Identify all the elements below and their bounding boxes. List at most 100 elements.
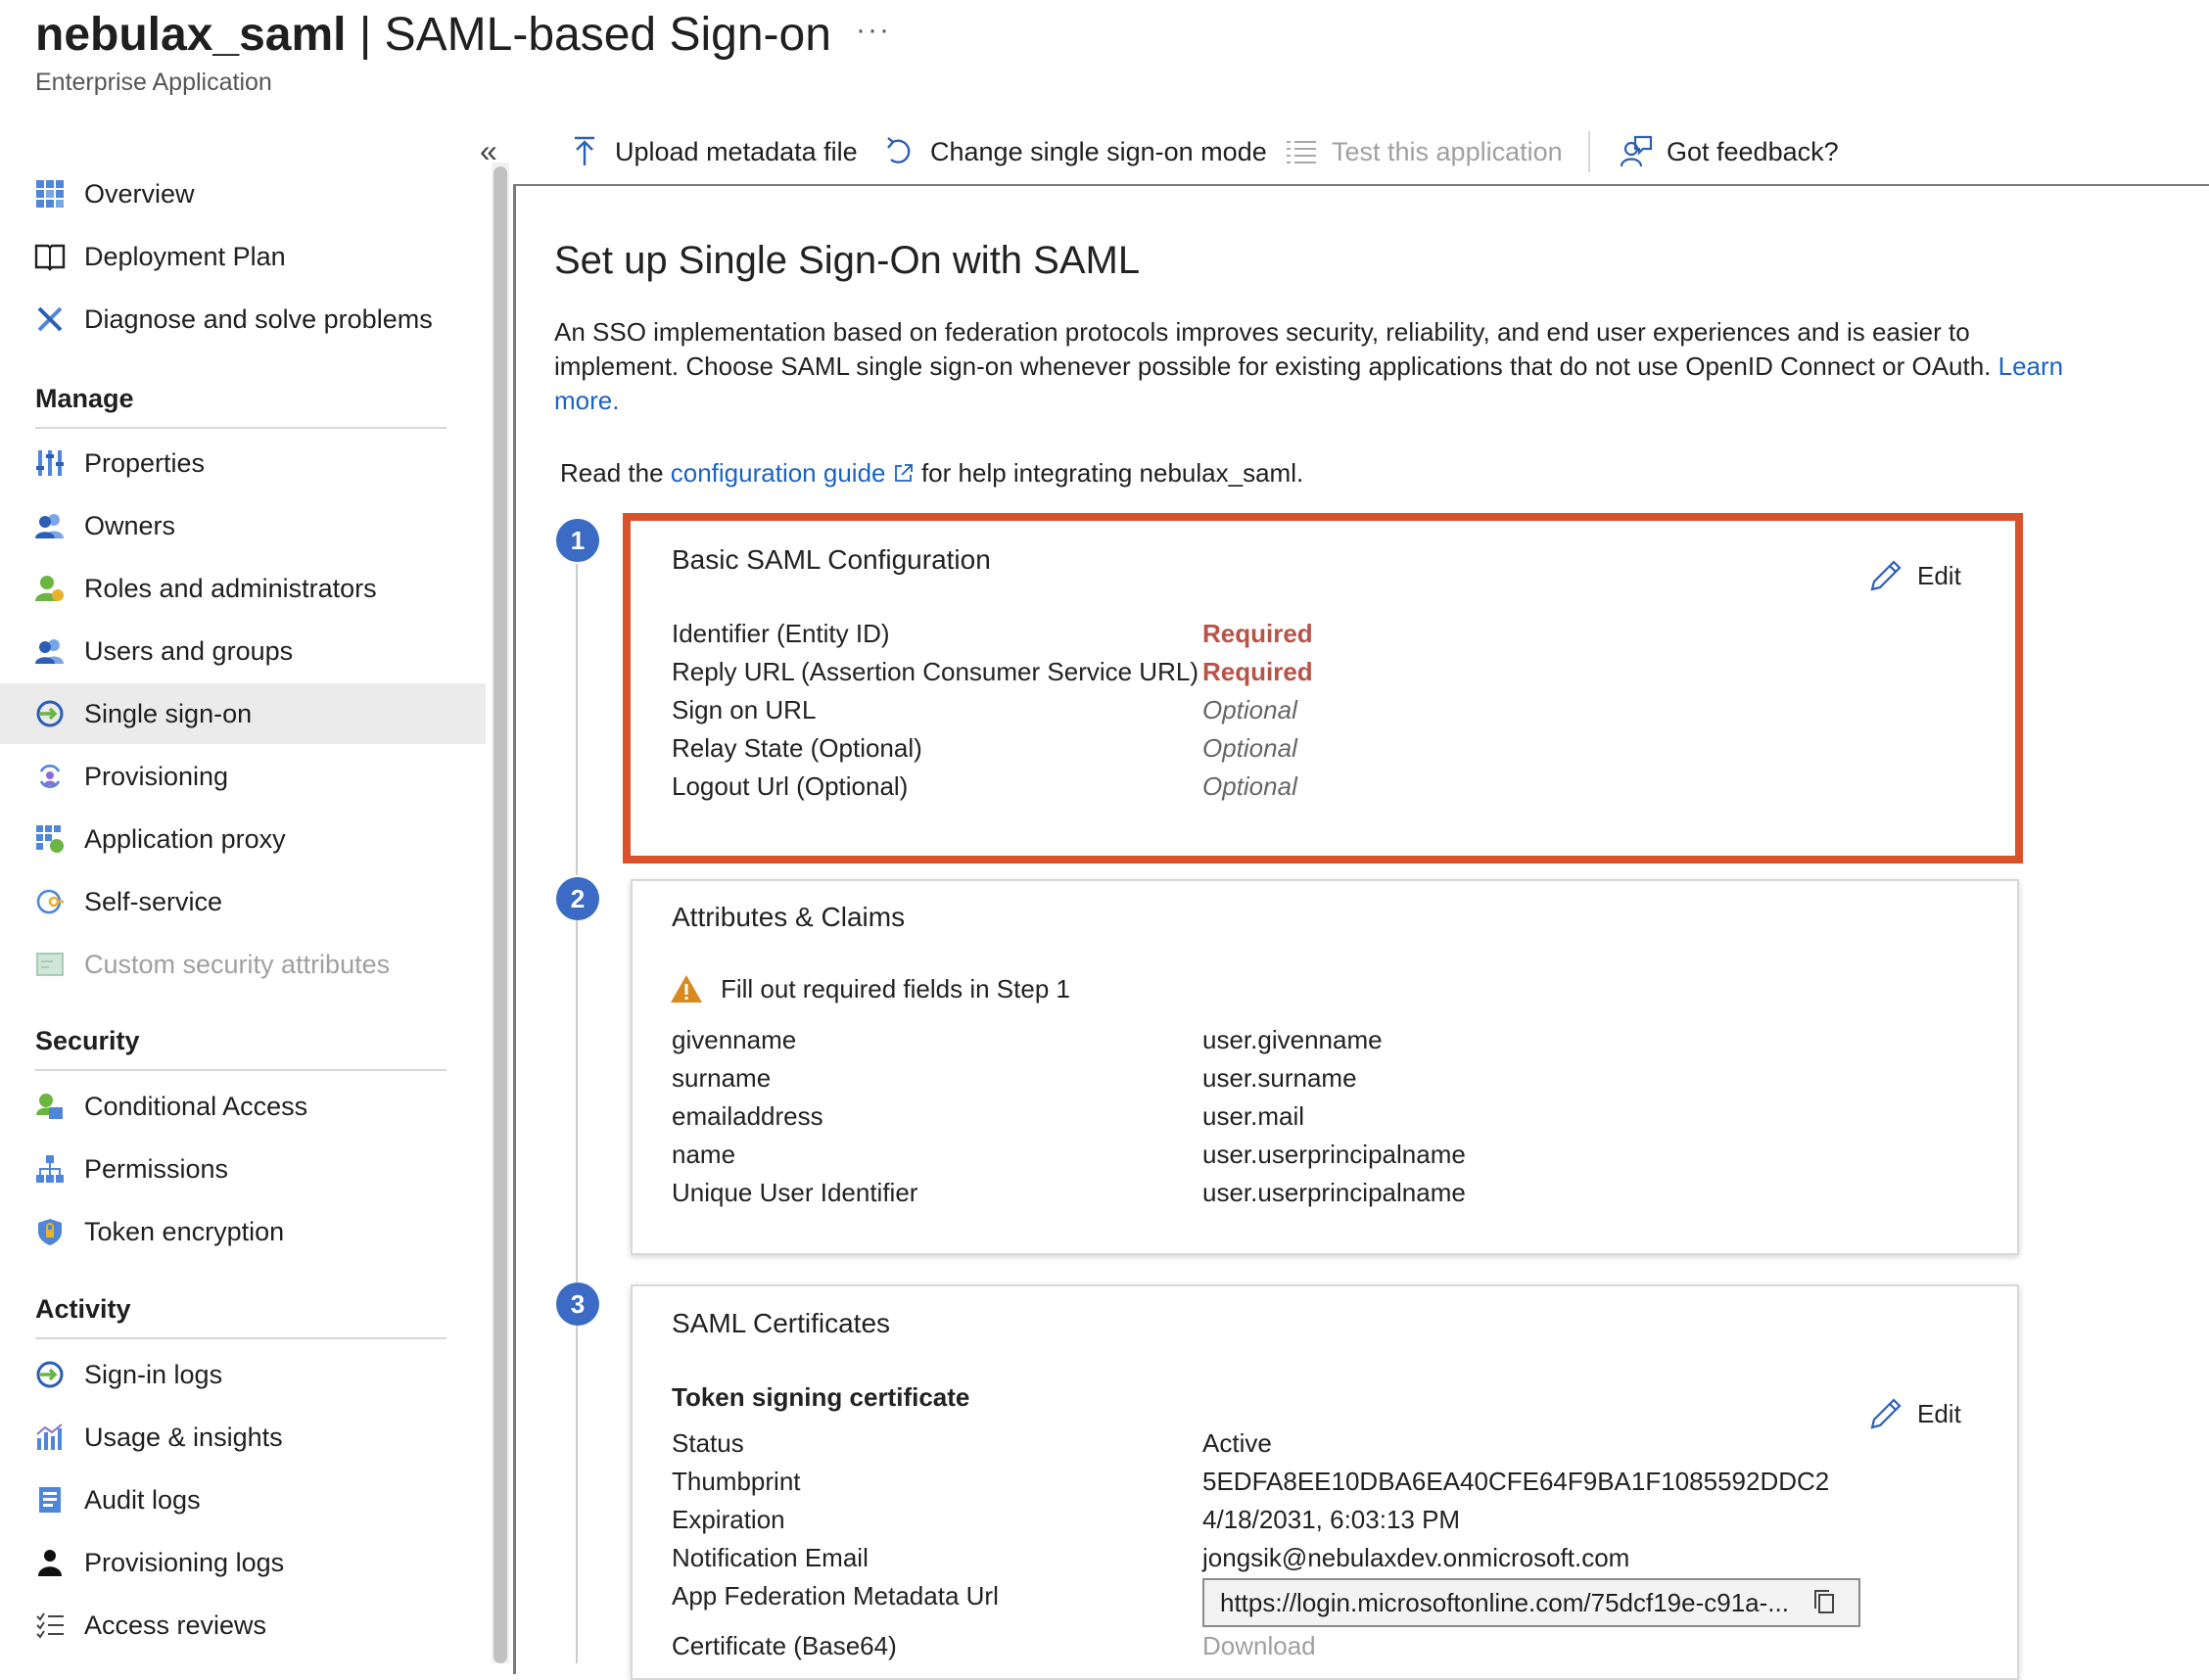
properties-icon xyxy=(33,446,67,480)
edit-basic-saml-button[interactable]: Edit xyxy=(1868,558,1961,593)
sidebar-item-sign-in-logs[interactable]: Sign-in logs xyxy=(0,1344,486,1405)
claim-name: surname xyxy=(672,1063,772,1093)
section-divider xyxy=(35,427,446,429)
card-title: SAML Certificates xyxy=(672,1308,891,1338)
copy-icon[interactable] xyxy=(1810,1587,1841,1618)
sidebar-item-properties[interactable]: Properties xyxy=(0,433,486,493)
sidebar-item-provisioning-logs[interactable]: Provisioning logs xyxy=(0,1532,486,1593)
download-certificate-link[interactable]: Download xyxy=(1202,1631,1316,1661)
edit-label: Edit xyxy=(1917,1398,1961,1428)
section-heading-manage: Manage xyxy=(35,384,134,413)
feedback-icon xyxy=(1620,135,1653,168)
metadata-url-text: https://login.microsoftonline.com/75dcf1… xyxy=(1220,1587,1789,1617)
sidebar-scrollbar-thumb[interactable] xyxy=(494,166,507,1663)
configuration-guide-line: Read the configuration guide for help in… xyxy=(560,458,1303,489)
configuration-guide-link[interactable]: configuration guide xyxy=(671,458,886,488)
sidebar-item-custom-security-attributes[interactable]: Custom security attributes xyxy=(0,934,486,995)
change-sso-mode-label: Change single sign-on mode xyxy=(930,136,1267,166)
claim-value: user.surname xyxy=(1202,1063,1357,1093)
field-label: Identifier (Entity ID) xyxy=(672,619,890,648)
sidebar-item-single-sign-on[interactable]: Single sign-on xyxy=(0,683,486,744)
chart-icon xyxy=(33,1421,67,1454)
step-number-2: 2 xyxy=(556,877,599,920)
metadata-url-field[interactable]: https://login.microsoftonline.com/75dcf1… xyxy=(1202,1578,1860,1627)
page-description: An SSO implementation based on federatio… xyxy=(554,315,2082,418)
claim-value: user.userprincipalname xyxy=(1202,1140,1466,1169)
toolbar-separator xyxy=(1588,131,1590,172)
sign-in-icon xyxy=(33,1358,67,1391)
warning-message: Fill out required fields in Step 1 xyxy=(670,973,1070,1004)
proxy-icon xyxy=(33,822,67,856)
token-signing-certificate-heading: Token signing certificate xyxy=(672,1382,970,1412)
sidebar-item-application-proxy[interactable]: Application proxy xyxy=(0,809,486,869)
sidebar-item-label: Custom security attributes xyxy=(84,949,391,979)
sidebar-item-label: Application proxy xyxy=(84,823,286,854)
claim-name: Unique User Identifier xyxy=(672,1178,918,1207)
sidebar-item-roles[interactable]: Roles and administrators xyxy=(0,558,486,619)
claim-value: user.userprincipalname xyxy=(1202,1178,1466,1207)
wrench-icon xyxy=(33,303,67,336)
pencil-icon xyxy=(1868,558,1904,593)
sidebar-item-label: Audit logs xyxy=(84,1484,201,1515)
sidebar-item-label: Deployment Plan xyxy=(84,241,286,271)
person-icon xyxy=(33,1546,67,1579)
section-heading-security: Security xyxy=(35,1026,140,1055)
app-name: nebulax_saml xyxy=(35,9,347,61)
sidebar-item-usage-insights[interactable]: Usage & insights xyxy=(0,1407,486,1468)
pencil-icon xyxy=(1868,1396,1904,1431)
page-subtitle: Enterprise Application xyxy=(35,69,272,96)
sidebar-item-label: Provisioning xyxy=(84,761,229,791)
certificate-field-label: Expiration xyxy=(672,1505,785,1534)
step-number-3: 3 xyxy=(556,1283,599,1326)
sidebar-item-permissions[interactable]: Permissions xyxy=(0,1139,486,1199)
sidebar-item-label: Conditional Access xyxy=(84,1091,308,1121)
sidebar-item-label: Permissions xyxy=(84,1153,229,1184)
upload-metadata-button[interactable]: Upload metadata file xyxy=(568,131,858,172)
change-sso-mode-button[interactable]: Change single sign-on mode xyxy=(883,131,1267,172)
sidebar-item-users-groups[interactable]: Users and groups xyxy=(0,621,486,681)
card-title: Attributes & Claims xyxy=(672,902,906,932)
edit-certificate-button[interactable]: Edit xyxy=(1868,1396,1961,1431)
custom-attributes-icon xyxy=(33,948,67,981)
sidebar-item-conditional-access[interactable]: Conditional Access xyxy=(0,1076,486,1137)
page-title: nebulax_saml | SAML-based Sign-on xyxy=(35,8,831,62)
external-link-icon xyxy=(893,460,915,482)
sidebar-item-self-service[interactable]: Self-service xyxy=(0,871,486,932)
more-actions-button[interactable]: ··· xyxy=(856,14,891,47)
field-label: Reply URL (Assertion Consumer Service UR… xyxy=(672,657,1198,686)
roles-icon xyxy=(33,572,67,605)
sidebar-item-label: Self-service xyxy=(84,886,223,916)
sidebar-item-token-encryption[interactable]: Token encryption xyxy=(0,1201,486,1262)
field-value-optional: Optional xyxy=(1202,733,1297,763)
sidebar-item-provisioning[interactable]: Provisioning xyxy=(0,746,486,807)
sidebar-item-label: Overview xyxy=(84,178,195,209)
warning-text: Fill out required fields in Step 1 xyxy=(721,973,1070,1003)
sidebar-item-owners[interactable]: Owners xyxy=(0,495,486,556)
field-value-required: Required xyxy=(1202,619,1313,648)
description-text: An SSO implementation based on federatio… xyxy=(554,317,1992,381)
sidebar-item-audit-logs[interactable]: Audit logs xyxy=(0,1470,486,1530)
sidebar-item-label: Properties xyxy=(84,447,206,478)
upload-icon xyxy=(568,135,601,168)
step-connector xyxy=(576,1326,578,1663)
section-heading-activity: Activity xyxy=(35,1294,131,1324)
edit-label: Edit xyxy=(1917,560,1961,590)
permissions-icon xyxy=(33,1152,67,1186)
people-icon xyxy=(33,509,67,542)
claim-name: name xyxy=(672,1140,736,1169)
certificate-expiration-value: 4/18/2031, 6:03:13 PM xyxy=(1202,1505,1461,1534)
sidebar-item-access-reviews[interactable]: Access reviews xyxy=(0,1595,486,1656)
certificate-field-label: Status xyxy=(672,1428,744,1458)
claim-name: emailaddress xyxy=(672,1101,823,1131)
step-connector xyxy=(576,920,578,1286)
self-service-icon xyxy=(33,885,67,918)
feedback-button[interactable]: Got feedback? xyxy=(1620,131,1839,172)
sidebar-item-overview[interactable]: Overview xyxy=(0,163,486,224)
sidebar-item-diagnose[interactable]: Diagnose and solve problems xyxy=(0,289,486,350)
sidebar-item-label: Usage & insights xyxy=(84,1422,283,1452)
sidebar-item-deployment-plan[interactable]: Deployment Plan xyxy=(0,226,486,287)
provisioning-icon xyxy=(33,760,67,793)
test-application-label: Test this application xyxy=(1332,136,1563,166)
sidebar-item-label: Diagnose and solve problems xyxy=(84,303,433,334)
test-application-button[interactable]: Test this application xyxy=(1285,131,1563,172)
